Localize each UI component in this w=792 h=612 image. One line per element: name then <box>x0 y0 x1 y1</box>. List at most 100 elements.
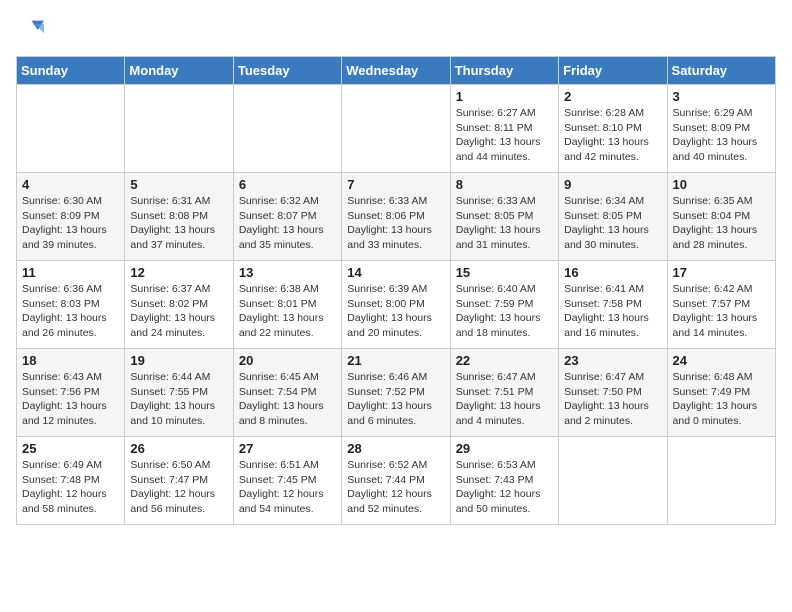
day-info: Sunrise: 6:43 AM Sunset: 7:56 PM Dayligh… <box>22 370 119 429</box>
day-cell: 19 Sunrise: 6:44 AM Sunset: 7:55 PM Dayli… <box>125 349 233 437</box>
day-number: 8 <box>456 177 553 192</box>
day-number: 10 <box>673 177 770 192</box>
day-cell <box>559 437 667 525</box>
day-number: 12 <box>130 265 227 280</box>
day-number: 16 <box>564 265 661 280</box>
day-cell <box>342 85 450 173</box>
day-cell: 10 Sunrise: 6:35 AM Sunset: 8:04 PM Dayli… <box>667 173 775 261</box>
calendar-header: SundayMondayTuesdayWednesdayThursdayFrid… <box>17 57 776 85</box>
week-row-1: 1 Sunrise: 6:27 AM Sunset: 8:11 PM Daylig… <box>17 85 776 173</box>
day-info: Sunrise: 6:38 AM Sunset: 8:01 PM Dayligh… <box>239 282 336 341</box>
day-number: 22 <box>456 353 553 368</box>
day-number: 28 <box>347 441 444 456</box>
day-number: 26 <box>130 441 227 456</box>
day-cell: 28 Sunrise: 6:52 AM Sunset: 7:44 PM Dayli… <box>342 437 450 525</box>
day-info: Sunrise: 6:47 AM Sunset: 7:51 PM Dayligh… <box>456 370 553 429</box>
day-cell: 27Sunrise: 6:51 AM Sunset: 7:45 PM Dayli… <box>233 437 341 525</box>
day-number: 3 <box>673 89 770 104</box>
day-info: Sunrise: 6:29 AM Sunset: 8:09 PM Dayligh… <box>673 106 770 165</box>
day-info: Sunrise: 6:35 AM Sunset: 8:04 PM Dayligh… <box>673 194 770 253</box>
day-number: 17 <box>673 265 770 280</box>
header-cell-friday: Friday <box>559 57 667 85</box>
day-cell: 29 Sunrise: 6:53 AM Sunset: 7:43 PM Dayli… <box>450 437 558 525</box>
day-info: Sunrise: 6:33 AM Sunset: 8:05 PM Dayligh… <box>456 194 553 253</box>
day-number: 7 <box>347 177 444 192</box>
day-cell <box>125 85 233 173</box>
day-info: Sunrise: 6:52 AM Sunset: 7:44 PM Dayligh… <box>347 458 444 517</box>
day-number: 19 <box>130 353 227 368</box>
day-number: 24 <box>673 353 770 368</box>
day-info: Sunrise: 6:44 AM Sunset: 7:55 PM Dayligh… <box>130 370 227 429</box>
day-cell: 14 Sunrise: 6:39 AM Sunset: 8:00 PM Dayli… <box>342 261 450 349</box>
day-info: Sunrise: 6:30 AM Sunset: 8:09 PM Dayligh… <box>22 194 119 253</box>
day-info: Sunrise: 6:28 AM Sunset: 8:10 PM Dayligh… <box>564 106 661 165</box>
header-cell-thursday: Thursday <box>450 57 558 85</box>
day-cell: 15 Sunrise: 6:40 AM Sunset: 7:59 PM Dayli… <box>450 261 558 349</box>
day-cell: 21Sunrise: 6:46 AM Sunset: 7:52 PM Dayli… <box>342 349 450 437</box>
week-row-4: 18 Sunrise: 6:43 AM Sunset: 7:56 PM Dayli… <box>17 349 776 437</box>
day-number: 9 <box>564 177 661 192</box>
day-cell: 6 Sunrise: 6:32 AM Sunset: 8:07 PM Daylig… <box>233 173 341 261</box>
day-number: 6 <box>239 177 336 192</box>
day-number: 13 <box>239 265 336 280</box>
day-info: Sunrise: 6:33 AM Sunset: 8:06 PM Dayligh… <box>347 194 444 253</box>
header <box>16 16 776 44</box>
day-info: Sunrise: 6:49 AM Sunset: 7:48 PM Dayligh… <box>22 458 119 517</box>
day-info: Sunrise: 6:47 AM Sunset: 7:50 PM Dayligh… <box>564 370 661 429</box>
day-info: Sunrise: 6:32 AM Sunset: 8:07 PM Dayligh… <box>239 194 336 253</box>
day-cell: 16 Sunrise: 6:41 AM Sunset: 7:58 PM Dayli… <box>559 261 667 349</box>
day-info: Sunrise: 6:37 AM Sunset: 8:02 PM Dayligh… <box>130 282 227 341</box>
day-cell: 8 Sunrise: 6:33 AM Sunset: 8:05 PM Daylig… <box>450 173 558 261</box>
day-cell: 11 Sunrise: 6:36 AM Sunset: 8:03 PM Dayli… <box>17 261 125 349</box>
day-number: 11 <box>22 265 119 280</box>
day-info: Sunrise: 6:53 AM Sunset: 7:43 PM Dayligh… <box>456 458 553 517</box>
day-cell: 26 Sunrise: 6:50 AM Sunset: 7:47 PM Dayli… <box>125 437 233 525</box>
day-number: 20 <box>239 353 336 368</box>
day-number: 5 <box>130 177 227 192</box>
day-cell <box>17 85 125 173</box>
day-info: Sunrise: 6:36 AM Sunset: 8:03 PM Dayligh… <box>22 282 119 341</box>
day-number: 2 <box>564 89 661 104</box>
logo-icon <box>16 16 44 44</box>
day-number: 18 <box>22 353 119 368</box>
day-cell: 2 Sunrise: 6:28 AM Sunset: 8:10 PM Daylig… <box>559 85 667 173</box>
header-cell-saturday: Saturday <box>667 57 775 85</box>
day-cell <box>233 85 341 173</box>
week-row-3: 11 Sunrise: 6:36 AM Sunset: 8:03 PM Dayli… <box>17 261 776 349</box>
day-info: Sunrise: 6:34 AM Sunset: 8:05 PM Dayligh… <box>564 194 661 253</box>
day-cell: 4 Sunrise: 6:30 AM Sunset: 8:09 PM Daylig… <box>17 173 125 261</box>
day-number: 29 <box>456 441 553 456</box>
day-info: Sunrise: 6:46 AM Sunset: 7:52 PM Dayligh… <box>347 370 444 429</box>
day-info: Sunrise: 6:45 AM Sunset: 7:54 PM Dayligh… <box>239 370 336 429</box>
day-number: 27 <box>239 441 336 456</box>
day-cell: 7 Sunrise: 6:33 AM Sunset: 8:06 PM Daylig… <box>342 173 450 261</box>
week-row-2: 4 Sunrise: 6:30 AM Sunset: 8:09 PM Daylig… <box>17 173 776 261</box>
day-cell: 22 Sunrise: 6:47 AM Sunset: 7:51 PM Dayli… <box>450 349 558 437</box>
day-cell: 9 Sunrise: 6:34 AM Sunset: 8:05 PM Daylig… <box>559 173 667 261</box>
day-cell: 5 Sunrise: 6:31 AM Sunset: 8:08 PM Daylig… <box>125 173 233 261</box>
day-info: Sunrise: 6:39 AM Sunset: 8:00 PM Dayligh… <box>347 282 444 341</box>
day-number: 4 <box>22 177 119 192</box>
week-row-5: 25Sunrise: 6:49 AM Sunset: 7:48 PM Dayli… <box>17 437 776 525</box>
header-cell-wednesday: Wednesday <box>342 57 450 85</box>
header-row: SundayMondayTuesdayWednesdayThursdayFrid… <box>17 57 776 85</box>
day-info: Sunrise: 6:27 AM Sunset: 8:11 PM Dayligh… <box>456 106 553 165</box>
day-cell: 25Sunrise: 6:49 AM Sunset: 7:48 PM Dayli… <box>17 437 125 525</box>
day-number: 15 <box>456 265 553 280</box>
day-info: Sunrise: 6:41 AM Sunset: 7:58 PM Dayligh… <box>564 282 661 341</box>
header-cell-sunday: Sunday <box>17 57 125 85</box>
day-info: Sunrise: 6:48 AM Sunset: 7:49 PM Dayligh… <box>673 370 770 429</box>
day-cell: 13 Sunrise: 6:38 AM Sunset: 8:01 PM Dayli… <box>233 261 341 349</box>
day-info: Sunrise: 6:31 AM Sunset: 8:08 PM Dayligh… <box>130 194 227 253</box>
header-cell-monday: Monday <box>125 57 233 85</box>
calendar-body: 1 Sunrise: 6:27 AM Sunset: 8:11 PM Daylig… <box>17 85 776 525</box>
calendar-table: SundayMondayTuesdayWednesdayThursdayFrid… <box>16 56 776 525</box>
day-number: 14 <box>347 265 444 280</box>
day-info: Sunrise: 6:42 AM Sunset: 7:57 PM Dayligh… <box>673 282 770 341</box>
day-info: Sunrise: 6:50 AM Sunset: 7:47 PM Dayligh… <box>130 458 227 517</box>
header-cell-tuesday: Tuesday <box>233 57 341 85</box>
day-info: Sunrise: 6:40 AM Sunset: 7:59 PM Dayligh… <box>456 282 553 341</box>
day-number: 23 <box>564 353 661 368</box>
day-cell: 24 Sunrise: 6:48 AM Sunset: 7:49 PM Dayli… <box>667 349 775 437</box>
day-number: 1 <box>456 89 553 104</box>
